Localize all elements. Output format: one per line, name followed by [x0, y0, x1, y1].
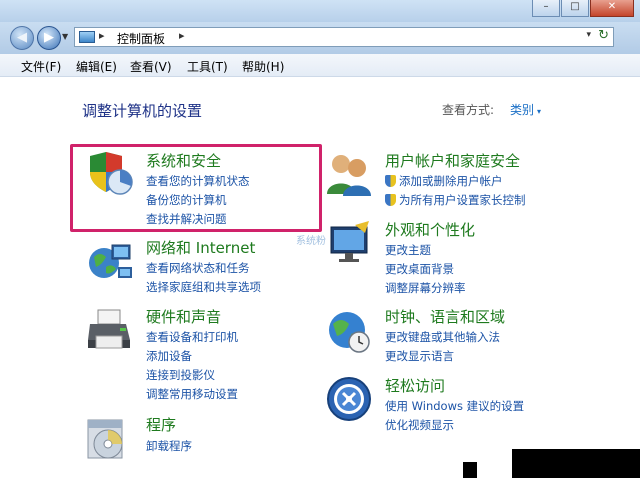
breadcrumb-separator[interactable]: ▸: [99, 29, 105, 42]
title-bar: – □ ✕: [0, 0, 640, 22]
category-title[interactable]: 系统和安全: [146, 150, 221, 171]
globe-clock-icon: [329, 312, 370, 353]
category-user-accounts: 用户帐户和家庭安全 添加或删除用户帐户 为所有用户设置家长控制: [325, 150, 585, 212]
category-title[interactable]: 轻松访问: [385, 375, 445, 396]
menu-file[interactable]: 文件(F): [21, 58, 61, 75]
breadcrumb-separator[interactable]: ▸: [179, 29, 185, 42]
view-by-label: 查看方式:: [442, 103, 495, 117]
refresh-icon[interactable]: ↻: [598, 28, 609, 43]
category-appearance: 外观和个性化 更改主题 更改桌面背景 调整屏幕分辨率: [325, 219, 585, 299]
link-text: 为所有用户设置家长控制: [399, 193, 526, 207]
maximize-button[interactable]: □: [561, 0, 589, 17]
category-programs: 程序 卸载程序: [86, 414, 316, 459]
menu-help[interactable]: 帮助(H): [242, 58, 284, 75]
back-button[interactable]: ◀: [10, 26, 34, 50]
watermark-text: 系统粉: [296, 236, 326, 247]
category-title[interactable]: 用户帐户和家庭安全: [385, 150, 520, 171]
uac-shield-icon: [385, 194, 396, 206]
users-icon: [327, 155, 371, 196]
link-view-computer-status[interactable]: 查看您的计算机状态: [146, 173, 250, 189]
link-troubleshoot[interactable]: 查找并解决问题: [146, 211, 227, 227]
link-add-device[interactable]: 添加设备: [146, 348, 192, 364]
address-row: ◀ ▶ ▼ ▸ 控制面板 ▸ ▾ ↻: [0, 22, 640, 54]
page-title: 调整计算机的设置: [82, 102, 203, 120]
forward-button[interactable]: ▶: [37, 26, 61, 50]
link-change-background[interactable]: 更改桌面背景: [385, 261, 454, 277]
category-title[interactable]: 硬件和声音: [146, 306, 221, 327]
black-overlay: [512, 449, 640, 478]
menu-tools[interactable]: 工具(T): [187, 58, 228, 75]
uac-shield-icon: [385, 175, 396, 187]
link-homegroup-sharing[interactable]: 选择家庭组和共享选项: [146, 279, 261, 295]
link-connect-projector[interactable]: 连接到投影仪: [146, 367, 215, 383]
link-screen-resolution[interactable]: 调整屏幕分辨率: [385, 280, 466, 296]
link-change-display-language[interactable]: 更改显示语言: [385, 348, 454, 364]
category-title[interactable]: 网络和 Internet: [146, 237, 255, 258]
globe-network-icon: [89, 244, 132, 278]
view-by-value: 类别: [510, 103, 535, 117]
link-add-remove-accounts[interactable]: 添加或删除用户帐户: [385, 173, 503, 189]
link-network-status[interactable]: 查看网络状态和任务: [146, 260, 250, 276]
main-content: 调整计算机的设置 查看方式: 类别 ▾ 系统和安全 查看您的计算机状态 备份您的计…: [0, 77, 640, 478]
category-clock-language: 时钟、语言和区域 更改键盘或其他输入法 更改显示语言: [325, 306, 585, 368]
menu-edit[interactable]: 编辑(E): [76, 58, 117, 75]
category-title[interactable]: 时钟、语言和区域: [385, 306, 505, 327]
category-hardware-sound: 硬件和声音 查看设备和打印机 添加设备 连接到投影仪 调整常用移动设置: [86, 306, 316, 402]
link-mobility-settings[interactable]: 调整常用移动设置: [146, 386, 238, 402]
address-dropdown[interactable]: ▾: [586, 30, 591, 40]
black-overlay: [463, 462, 477, 478]
category-title[interactable]: 外观和个性化: [385, 219, 475, 240]
recent-pages-dropdown[interactable]: ▼: [62, 32, 68, 41]
menu-view[interactable]: 查看(V): [130, 58, 172, 75]
close-button[interactable]: ✕: [590, 0, 634, 17]
address-bar[interactable]: ▸ 控制面板 ▸ ▾ ↻: [74, 27, 614, 47]
link-change-theme[interactable]: 更改主题: [385, 242, 431, 258]
menu-bar: 文件(F) 编辑(E) 查看(V) 工具(T) 帮助(H): [0, 54, 640, 77]
control-panel-icon: [79, 31, 95, 43]
ease-of-access-icon: [327, 377, 371, 421]
shield-pie-icon: [90, 152, 133, 195]
link-parental-controls[interactable]: 为所有用户设置家长控制: [385, 192, 526, 208]
window-controls: – □ ✕: [532, 0, 634, 17]
link-change-keyboard[interactable]: 更改键盘或其他输入法: [385, 329, 500, 345]
breadcrumb-control-panel[interactable]: 控制面板: [117, 30, 165, 47]
category-ease-of-access: 轻松访问 使用 Windows 建议的设置 优化视频显示: [325, 375, 585, 437]
programs-disc-icon: [87, 419, 123, 459]
view-by-dropdown[interactable]: 类别 ▾: [510, 101, 541, 118]
link-backup-computer[interactable]: 备份您的计算机: [146, 192, 227, 208]
link-windows-recommended-settings[interactable]: 使用 Windows 建议的设置: [385, 398, 524, 414]
link-text: 添加或删除用户帐户: [399, 174, 503, 188]
link-uninstall-program[interactable]: 卸载程序: [146, 438, 192, 454]
minimize-button[interactable]: –: [532, 0, 560, 17]
monitor-paint-icon: [330, 221, 369, 262]
printer-icon: [88, 309, 130, 349]
category-title[interactable]: 程序: [146, 414, 176, 435]
link-optimize-video[interactable]: 优化视频显示: [385, 417, 454, 433]
link-devices-printers[interactable]: 查看设备和打印机: [146, 329, 238, 345]
category-system-security: 系统和安全 查看您的计算机状态 备份您的计算机 查找并解决问题: [86, 150, 316, 230]
category-network-internet: 网络和 Internet 查看网络状态和任务 选择家庭组和共享选项: [86, 237, 316, 299]
